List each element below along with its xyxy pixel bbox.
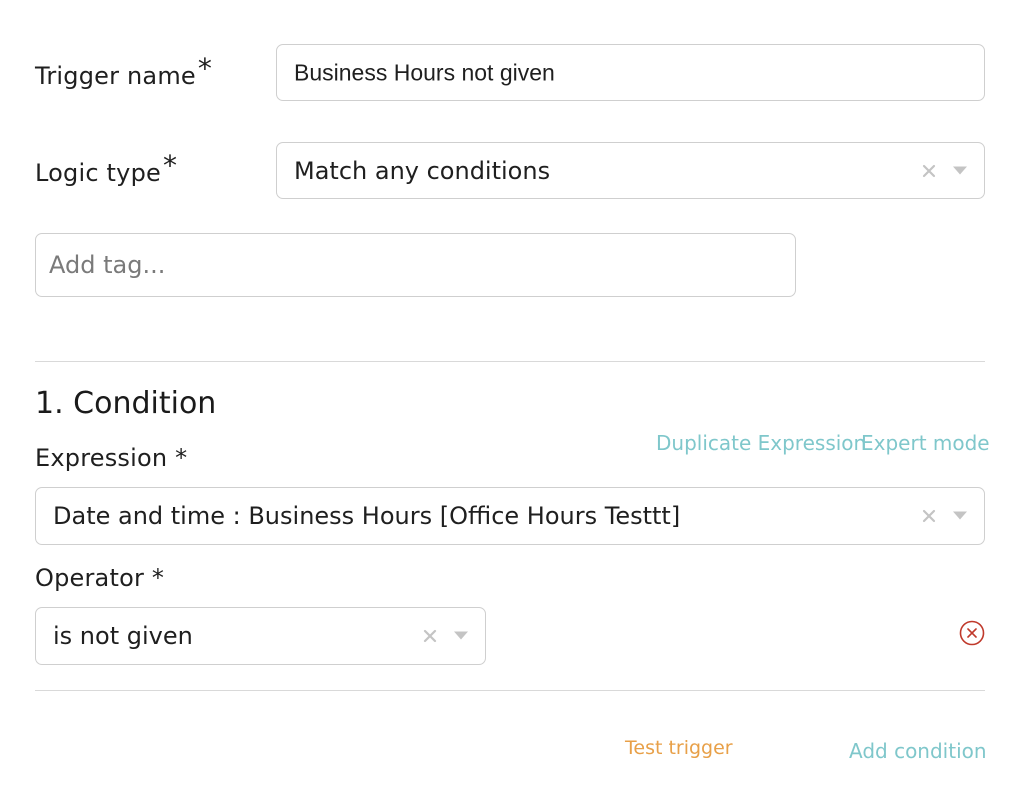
logic-type-value: Match any conditions [294,156,551,185]
trigger-name-label: Trigger name* [35,52,212,91]
expert-mode-link[interactable]: Expert mode [861,431,990,455]
add-tag-placeholder: Add tag... [49,251,166,279]
operator-label: Operator * [35,564,165,592]
operator-value: is not given [53,622,193,650]
logic-type-label: Logic type* [35,149,177,188]
footer-divider [35,690,985,691]
expression-select[interactable]: Date and time : Business Hours [Office H… [35,487,985,545]
chevron-down-icon[interactable] [953,511,967,521]
chevron-down-icon[interactable] [953,166,967,175]
expression-value: Date and time : Business Hours [Office H… [53,502,681,530]
chevron-down-icon[interactable] [454,631,468,641]
expression-label: Expression * [35,444,188,472]
remove-circle-icon[interactable] [959,620,985,646]
operator-select[interactable]: is not given [35,607,486,665]
add-tag-input[interactable]: Add tag... [35,233,796,297]
close-icon[interactable] [921,163,937,179]
logic-type-label-text: Logic type [35,159,161,187]
duplicate-expression-link[interactable]: Duplicate Expression [656,431,866,455]
close-icon[interactable] [921,508,937,524]
trigger-name-value: Business Hours not given [294,59,555,85]
condition-heading: 1. Condition [35,386,217,421]
logic-type-select[interactable]: Match any conditions [276,142,985,199]
required-mark: * [162,149,178,182]
trigger-name-label-text: Trigger name [35,62,196,90]
test-trigger-link[interactable]: Test trigger [625,737,733,759]
close-icon[interactable] [422,628,438,644]
trigger-name-input[interactable]: Business Hours not given [276,44,985,101]
section-divider [35,361,985,362]
required-mark: * [197,52,213,85]
add-condition-link[interactable]: Add condition [849,739,987,763]
